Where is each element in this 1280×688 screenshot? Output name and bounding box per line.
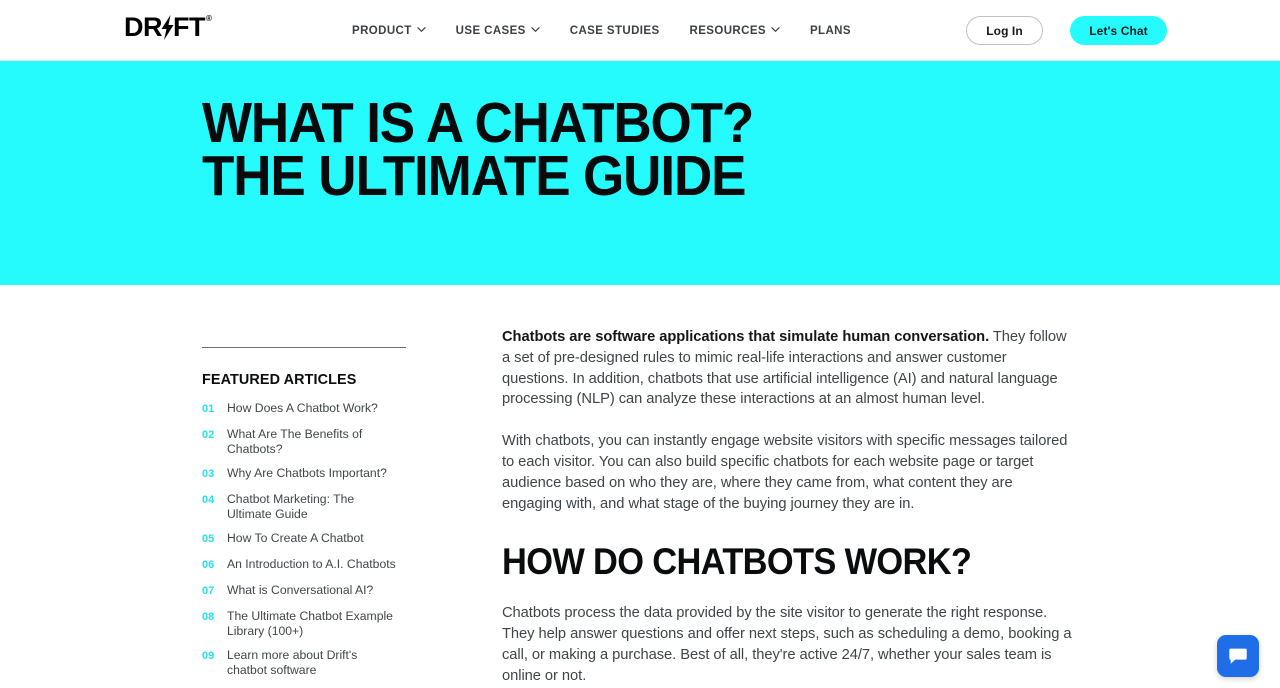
article-body: Chatbots are software applications that … bbox=[502, 327, 1072, 688]
article-number: 01 bbox=[202, 403, 215, 415]
list-item[interactable]: 07 What is Conversational AI? bbox=[202, 583, 412, 599]
article-link-label: What is Conversational AI? bbox=[227, 583, 374, 597]
list-item[interactable]: 05 How To Create A Chatbot bbox=[202, 531, 412, 547]
drift-logo[interactable]: DR FT ® bbox=[124, 14, 212, 41]
article-link-label: How Does A Chatbot Work? bbox=[227, 401, 378, 415]
list-item[interactable]: 06 An Introduction to A.I. Chatbots bbox=[202, 557, 412, 573]
chevron-down-icon bbox=[531, 25, 540, 34]
lightning-bolt-icon bbox=[161, 15, 174, 40]
article-number: 03 bbox=[202, 468, 215, 480]
header-actions: Log In Let's Chat bbox=[966, 0, 1280, 61]
nav-item-product[interactable]: PRODUCT bbox=[352, 0, 441, 61]
article-number: 07 bbox=[202, 585, 215, 597]
main-navigation: PRODUCT USE CASES CASE STUDIES RESOURCES bbox=[352, 0, 866, 61]
list-item[interactable]: 08 The Ultimate Chatbot Example Library … bbox=[202, 609, 412, 638]
article-number: 02 bbox=[202, 429, 215, 441]
intro-paragraph: Chatbots are software applications that … bbox=[502, 327, 1072, 410]
paragraph-two: With chatbots, you can instantly engage … bbox=[502, 433, 1068, 512]
nav-item-case-studies[interactable]: CASE STUDIES bbox=[555, 0, 675, 61]
list-item[interactable]: 03 Why Are Chatbots Important? bbox=[202, 466, 412, 482]
nav-item-label: CASE STUDIES bbox=[569, 24, 660, 37]
article-link-label: What Are The Benefits of Chatbots? bbox=[227, 427, 363, 456]
logo-suffix: FT bbox=[173, 12, 206, 42]
article-link-label: Learn more about Drift's chatbot softwar… bbox=[227, 648, 358, 677]
nav-item-label: USE CASES bbox=[455, 24, 526, 37]
sidebar-heading: FEATURED ARTICLES bbox=[202, 371, 357, 388]
nav-item-label: PLANS bbox=[809, 24, 851, 37]
logo-wordmark: DR FT bbox=[124, 12, 206, 42]
registered-trademark-icon: ® bbox=[206, 14, 212, 23]
list-item[interactable]: 04 Chatbot Marketing: The Ultimate Guide bbox=[202, 492, 412, 521]
nav-item-resources[interactable]: RESOURCES bbox=[675, 0, 795, 61]
article-number: 06 bbox=[202, 559, 215, 571]
article-link-label: An Introduction to A.I. Chatbots bbox=[227, 557, 396, 571]
nav-item-use-cases[interactable]: USE CASES bbox=[441, 0, 555, 61]
list-item[interactable]: 09 Learn more about Drift's chatbot soft… bbox=[202, 648, 412, 677]
list-item[interactable]: 01 How Does A Chatbot Work? bbox=[202, 401, 412, 417]
site-header: DR FT ® PRODUCT USE CASES CASE STUDIES R… bbox=[0, 0, 1280, 61]
section-heading: HOW DO CHATBOTS WORK? bbox=[502, 541, 972, 583]
nav-item-label: PRODUCT bbox=[352, 24, 412, 37]
main-content: FEATURED ARTICLES 01 How Does A Chatbot … bbox=[0, 285, 1280, 688]
article-link-label: Why Are Chatbots Important? bbox=[227, 466, 387, 480]
paragraph-three: Chatbots process the data provided by th… bbox=[502, 605, 1072, 684]
article-link-label: Chatbot Marketing: The Ultimate Guide bbox=[227, 492, 355, 521]
article-number: 08 bbox=[202, 611, 215, 623]
article-number: 04 bbox=[202, 494, 215, 506]
featured-articles-sidebar: FEATURED ARTICLES 01 How Does A Chatbot … bbox=[202, 347, 412, 687]
nav-item-plans[interactable]: PLANS bbox=[795, 0, 866, 61]
intro-lead-sentence: Chatbots are software applications that … bbox=[502, 329, 990, 345]
hero-banner: WHAT IS A CHATBOT? THE ULTIMATE GUIDE bbox=[0, 61, 1280, 285]
logo-prefix: DR bbox=[124, 12, 163, 42]
sidebar-divider bbox=[202, 347, 406, 348]
chevron-down-icon bbox=[771, 25, 780, 34]
chevron-down-icon bbox=[416, 25, 426, 34]
log-in-button[interactable]: Log In bbox=[966, 16, 1043, 45]
chat-bubble-icon bbox=[1227, 645, 1249, 667]
nav-item-label: RESOURCES bbox=[689, 24, 766, 37]
featured-articles-list: 01 How Does A Chatbot Work? 02 What Are … bbox=[202, 401, 412, 677]
lets-chat-button[interactable]: Let's Chat bbox=[1070, 16, 1167, 45]
chat-widget-button[interactable] bbox=[1217, 635, 1259, 677]
article-link-label: The Ultimate Chatbot Example Library (10… bbox=[227, 609, 393, 638]
page-title: WHAT IS A CHATBOT? THE ULTIMATE GUIDE bbox=[202, 91, 754, 208]
article-number: 09 bbox=[202, 650, 215, 662]
article-link-label: How To Create A Chatbot bbox=[227, 531, 364, 545]
list-item[interactable]: 02 What Are The Benefits of Chatbots? bbox=[202, 427, 412, 456]
article-number: 05 bbox=[202, 533, 215, 545]
